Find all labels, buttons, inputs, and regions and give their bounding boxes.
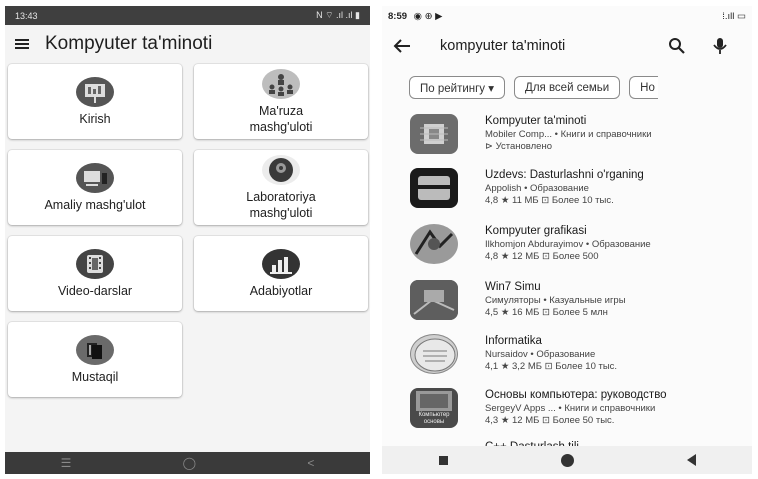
search-bar: kompyuter ta'minoti — [382, 26, 752, 66]
microphone-icon[interactable] — [712, 37, 728, 55]
app-rating: 4,1 ★ 3,2 МБ ⊡ Более 10 тыс. — [485, 361, 618, 372]
gear-head-icon — [262, 154, 300, 185]
signal-battery-icons: ⁞.ıll ▭ — [722, 10, 746, 22]
status-bar: 13:43 N ⌔ .ıl .ıl ▮ — [5, 6, 370, 25]
app-rating: 4,8 ★ 11 МБ ⊡ Более 10 тыс. — [485, 195, 614, 206]
search-icon[interactable] — [668, 37, 686, 55]
app-name: Kompyuter grafikasi — [485, 225, 587, 237]
app-rating: 4,8 ★ 12 МБ ⊡ Более 500 — [485, 251, 599, 262]
list-item[interactable]: Informatika Nursaidov • Образование 4,1 … — [410, 334, 750, 386]
app-developer: Nursaidov • Образование — [485, 349, 596, 360]
home-button[interactable] — [560, 453, 574, 467]
recent-apps-button[interactable]: ☰ — [61, 456, 72, 470]
navigation-bar: ☰ ◯ < — [5, 452, 370, 474]
app-name: Основы компьютера: руководство — [485, 389, 667, 401]
app-rating: 4,5 ★ 16 МБ ⊡ Более 5 млн — [485, 307, 608, 318]
status-icons: N ⌔ .ıl .ıl ▮ — [316, 10, 360, 20]
status-bar: 8:59 ◉ ⊕ ▶ ⁞.ıll ▭ — [382, 6, 752, 26]
card-mustaqil[interactable]: Mustaqil — [8, 322, 182, 397]
card-label: Mustaqil — [71, 369, 119, 384]
computer-basics-logo-icon: Компьютер основы — [410, 388, 458, 428]
app-developer: Ilkhomjon Abdurayimov • Образование — [485, 239, 651, 250]
back-button[interactable]: < — [307, 456, 314, 470]
presentation-board-icon — [76, 76, 114, 107]
app-name: Kompyuter ta'minoti — [485, 115, 587, 127]
app-developer: Appolish • Образование — [485, 183, 589, 194]
card-amaliy[interactable]: Amaliy mashg'ulot — [8, 150, 182, 225]
card-video-darslar[interactable]: Video-darslar — [8, 236, 182, 311]
status-time: 8:59 — [388, 10, 408, 22]
app-rating: 4,3 ★ 12 МБ ⊡ Более 50 тыс. — [485, 415, 615, 426]
list-item[interactable]: Kompyuter ta'minoti Mobiler Comp... • Кн… — [410, 114, 750, 166]
card-label: Amaliy mashg'ulot — [44, 197, 146, 212]
back-button[interactable] — [686, 454, 696, 466]
list-item[interactable]: Kompyuter grafikasi Ilkhomjon Abdurayimo… — [410, 224, 750, 276]
card-label: Ma'ruza mashg'uloti — [249, 103, 313, 134]
left-phone-screen: 13:43 N ⌔ .ıl .ıl ▮ Kompyuter ta'minoti … — [5, 6, 370, 474]
navigation-bar — [382, 446, 752, 474]
bar-chart-icon — [262, 248, 300, 279]
right-phone-screen: 8:59 ◉ ⊕ ▶ ⁞.ıll ▭ kompyuter ta'minoti П… — [382, 6, 752, 474]
graphics-logo-icon — [410, 224, 458, 264]
card-label: Laboratoriya mashg'uloti — [246, 189, 316, 220]
list-item[interactable]: Win7 Simu Симуляторы • Казуальные игры 4… — [410, 280, 750, 332]
card-label: Adabiyotlar — [249, 283, 313, 298]
app-developer: Mobiler Comp... • Книги и справочники — [485, 129, 652, 140]
filter-chips: По рейтингу ▾ Для всей семьи Но — [409, 76, 658, 99]
chip-family[interactable]: Для всей семьи — [514, 76, 621, 99]
app-developer: Симуляторы • Казуальные игры — [485, 295, 626, 306]
film-strip-icon — [76, 248, 114, 279]
app-name: Informatika — [485, 335, 542, 347]
home-button[interactable]: ◯ — [183, 456, 196, 470]
lecture-audience-icon — [262, 68, 300, 99]
computer-devices-icon — [76, 162, 114, 193]
chip-more[interactable]: Но — [629, 76, 658, 99]
informatika-logo-icon — [410, 334, 458, 374]
chip-sort-rating[interactable]: По рейтингу ▾ — [409, 76, 506, 99]
app-name: Uzdevs: Dasturlashni o'rganing — [485, 169, 644, 181]
menu-icon[interactable] — [15, 39, 29, 49]
list-item[interactable]: Компьютер основы Основы компьютера: руко… — [410, 388, 750, 440]
chip-icon — [410, 114, 458, 154]
app-logo-icon — [410, 168, 458, 208]
card-label: Video-darslar — [57, 283, 133, 298]
card-adabiyotlar[interactable]: Adabiyotlar — [194, 236, 368, 311]
back-arrow-icon[interactable] — [392, 38, 412, 54]
app-status: ⊳ Установлено — [485, 141, 552, 152]
app-developer: SergeyV Apps ... • Книги и справочники — [485, 403, 656, 414]
card-laboratoriya[interactable]: Laboratoriya mashg'uloti — [194, 150, 368, 225]
card-maruza[interactable]: Ma'ruza mashg'uloti — [194, 64, 368, 139]
card-label: Kirish — [79, 111, 111, 126]
notification-icons: ◉ ⊕ ▶ — [413, 10, 443, 22]
app-title: Kompyuter ta'minoti — [45, 33, 213, 54]
books-stack-icon — [76, 334, 114, 365]
recent-apps-button[interactable] — [438, 455, 448, 465]
card-kirish[interactable]: Kirish — [8, 64, 182, 139]
status-time: 13:43 — [15, 10, 38, 21]
windows-screen-icon — [410, 280, 458, 320]
app-name: Win7 Simu — [485, 281, 541, 293]
thumb-caption: Компьютер основы — [418, 412, 450, 425]
app-bar: Kompyuter ta'minoti — [5, 25, 370, 63]
search-input[interactable]: kompyuter ta'minoti — [440, 38, 668, 54]
list-item[interactable]: Uzdevs: Dasturlashni o'rganing Appolish … — [410, 168, 750, 220]
